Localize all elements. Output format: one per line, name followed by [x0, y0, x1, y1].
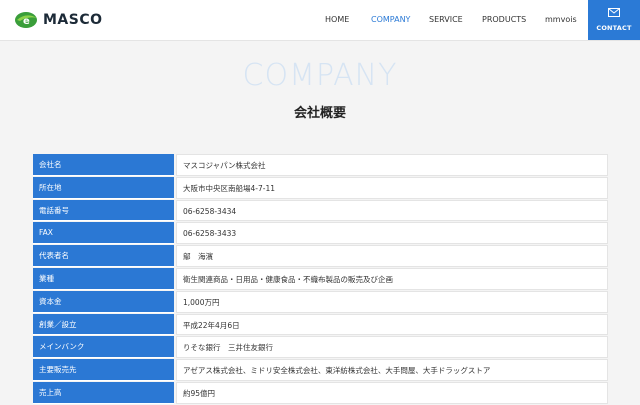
row-label: 資本金: [33, 290, 174, 313]
mail-icon: [608, 8, 620, 17]
svg-text:e: e: [23, 16, 30, 27]
page-heading-en: COMPANY: [242, 58, 398, 93]
row-label: 会社名: [33, 154, 174, 176]
table-row: 主要販売先 アゼアス株式会社、ミドリ安全株式会社、東洋紡株式会社、大手問屋、大手…: [33, 359, 608, 382]
row-value: 約95億円: [176, 381, 608, 404]
contact-label: CONTACT: [596, 24, 632, 32]
nav-products[interactable]: PRODUCTS: [482, 15, 526, 24]
row-label: 売上高: [33, 381, 174, 404]
row-label: 所在地: [33, 176, 174, 199]
nav-home[interactable]: HOME: [325, 15, 349, 24]
table-row: 所在地 大阪市中央区南船場4-7-11: [33, 176, 608, 200]
row-value: 06-6258-3434: [176, 199, 608, 222]
site-header: e MASCO HOME COMPANY SERVICE PRODUCTS mm…: [0, 0, 640, 41]
table-row: 会社名 マスコジャパン株式会社: [33, 154, 608, 177]
nav-company[interactable]: COMPANY: [371, 15, 410, 24]
logo[interactable]: e MASCO: [14, 9, 103, 31]
row-value: 衛生関連商品・日用品・健康食品・不織布製品の販売及び企画: [176, 267, 608, 290]
page-title: 会社概要: [293, 106, 346, 121]
row-value: 平成22年4月6日: [176, 313, 608, 336]
row-label: メインバンク: [33, 336, 174, 359]
leaf-logo-icon: e: [15, 12, 37, 28]
row-label: 電話番号: [33, 199, 174, 222]
table-row: 売上高 約95億円: [33, 381, 608, 405]
logo-text: MASCO: [43, 12, 103, 28]
contact-button[interactable]: CONTACT: [588, 0, 640, 40]
nav-mmvois[interactable]: mmvois: [545, 15, 577, 24]
row-value: 1,000万円: [176, 290, 608, 313]
row-value: マスコジャパン株式会社: [176, 154, 608, 176]
row-label: 代表者名: [33, 245, 174, 267]
table-row: 創業／設立 平成22年4月6日: [33, 313, 608, 337]
row-value: アゼアス株式会社、ミドリ安全株式会社、東洋紡株式会社、大手問屋、大手ドラッグスト…: [176, 359, 608, 381]
row-label: 創業／設立: [33, 313, 174, 336]
table-row: 資本金 1,000万円: [33, 290, 608, 314]
row-label: 主要販売先: [33, 359, 174, 381]
table-row: 代表者名 鄔 海濱: [33, 245, 608, 268]
row-label: FAX: [33, 222, 174, 245]
table-row: 電話番号 06-6258-3434: [33, 199, 608, 223]
row-label: 業種: [33, 267, 174, 290]
row-value: 大阪市中央区南船場4-7-11: [176, 176, 608, 199]
table-row: FAX 06-6258-3433: [33, 222, 608, 245]
nav-service[interactable]: SERVICE: [429, 15, 463, 24]
row-value: 06-6258-3433: [176, 222, 608, 245]
company-info-table: 会社名 マスコジャパン株式会社 所在地 大阪市中央区南船場4-7-11 電話番号…: [33, 154, 608, 405]
table-row: メインバンク りそな銀行 三井住友銀行: [33, 336, 608, 359]
row-value: 鄔 海濱: [176, 245, 608, 267]
row-value: りそな銀行 三井住友銀行: [176, 336, 608, 359]
table-row: 業種 衛生関連商品・日用品・健康食品・不織布製品の販売及び企画: [33, 267, 608, 291]
